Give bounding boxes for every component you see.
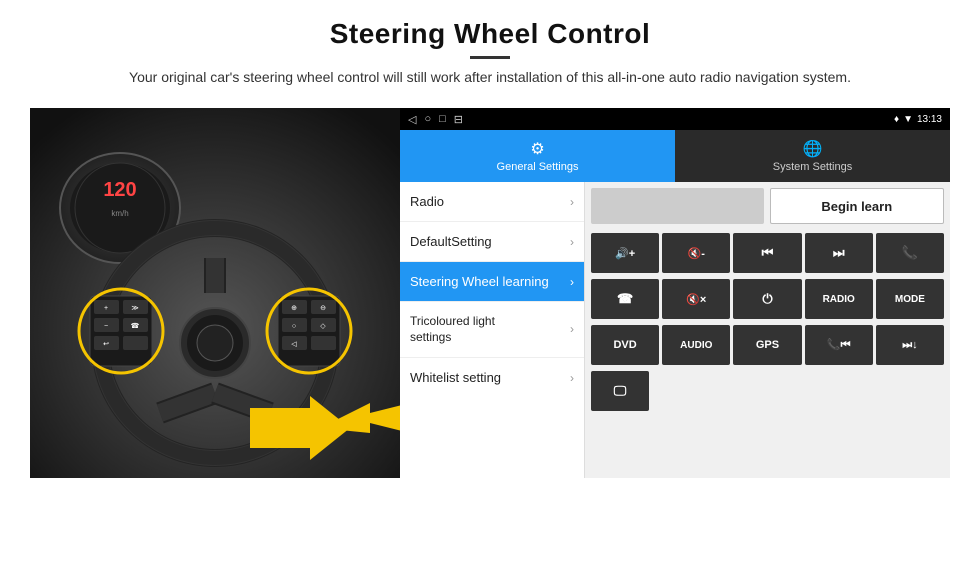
mute-button[interactable]: 🔇× bbox=[662, 279, 730, 319]
prev-track-button[interactable]: ⏮ bbox=[733, 233, 801, 273]
back-nav-icon[interactable]: ◁ bbox=[408, 113, 416, 126]
chevron-icon: › bbox=[570, 235, 574, 249]
svg-text:⊕: ⊕ bbox=[291, 305, 297, 312]
menu-tricoloured-label: Tricoloured lightsettings bbox=[410, 314, 495, 345]
subtitle: Your original car's steering wheel contr… bbox=[129, 67, 851, 88]
general-settings-icon: ⚙ bbox=[530, 139, 544, 159]
dvd-button[interactable]: DVD bbox=[591, 325, 659, 365]
audio-button[interactable]: AUDIO bbox=[662, 325, 730, 365]
menu-item-tricoloured[interactable]: Tricoloured lightsettings › bbox=[400, 302, 584, 358]
location-icon: ♦ bbox=[894, 114, 899, 125]
page-container: Steering Wheel Control Your original car… bbox=[0, 0, 980, 564]
begin-learn-button[interactable]: Begin learn bbox=[770, 188, 945, 224]
svg-text:km/h: km/h bbox=[111, 209, 128, 218]
button-grid-row3: DVD AUDIO GPS 📞⏮ ⏭↓ bbox=[585, 322, 950, 368]
menu-whitelist-label: Whitelist setting bbox=[410, 370, 501, 385]
svg-text:≫: ≫ bbox=[131, 305, 138, 312]
tab-general-label: General Settings bbox=[497, 161, 579, 173]
svg-text:◇: ◇ bbox=[320, 323, 326, 330]
tab-bar: ⚙ General Settings 🌐 System Settings bbox=[400, 130, 950, 182]
screen-button[interactable]: 🖵 bbox=[591, 371, 649, 411]
system-settings-icon: 🌐 bbox=[803, 139, 823, 159]
title-section: Steering Wheel Control Your original car… bbox=[129, 18, 851, 100]
screen-content: Radio › DefaultSetting › Steering Wheel … bbox=[400, 182, 950, 478]
page-title: Steering Wheel Control bbox=[129, 18, 851, 50]
chevron-icon: › bbox=[570, 275, 574, 289]
power-button[interactable]: ⏻ bbox=[733, 279, 801, 319]
radio-button[interactable]: RADIO bbox=[805, 279, 873, 319]
menu-steering-label: Steering Wheel learning bbox=[410, 274, 549, 289]
title-divider bbox=[470, 56, 510, 59]
button-grid-row2: ☎ 🔇× ⏻ RADIO MODE bbox=[585, 276, 950, 322]
status-bar-nav: ◁ ○ □ ⊟ bbox=[408, 113, 463, 126]
phone-button[interactable]: 📞 bbox=[876, 233, 944, 273]
svg-text:+: + bbox=[104, 305, 108, 312]
car-image-panel: 120 km/h bbox=[30, 108, 400, 478]
vol-down-button[interactable]: 🔇- bbox=[662, 233, 730, 273]
menu-default-label: DefaultSetting bbox=[410, 234, 492, 249]
svg-text:○: ○ bbox=[292, 323, 296, 330]
tab-system-label: System Settings bbox=[773, 161, 852, 173]
recents-nav-icon[interactable]: □ bbox=[439, 113, 446, 125]
svg-text:120: 120 bbox=[103, 179, 136, 201]
svg-text:↩: ↩ bbox=[103, 341, 109, 348]
svg-text:−: − bbox=[104, 323, 108, 330]
vol-up-button[interactable]: 🔊+ bbox=[591, 233, 659, 273]
chevron-icon: › bbox=[570, 371, 574, 385]
button-grid-row1: 🔊+ 🔇- ⏮ ⏭ 📞 bbox=[585, 230, 950, 276]
status-bar: ◁ ○ □ ⊟ ♦ ▼ 13:13 bbox=[400, 108, 950, 130]
phone-prev-button[interactable]: 📞⏮ bbox=[805, 325, 873, 365]
menu-item-whitelist[interactable]: Whitelist setting › bbox=[400, 358, 584, 397]
menu-item-radio[interactable]: Radio › bbox=[400, 182, 584, 222]
gps-button[interactable]: GPS bbox=[733, 325, 801, 365]
menu-item-default[interactable]: DefaultSetting › bbox=[400, 222, 584, 262]
menu-list: Radio › DefaultSetting › Steering Wheel … bbox=[400, 182, 585, 478]
next-down-button[interactable]: ⏭↓ bbox=[876, 325, 944, 365]
last-btn-row: 🖵 bbox=[585, 368, 950, 414]
signal-icon: ▼ bbox=[903, 114, 913, 125]
next-track-button[interactable]: ⏭ bbox=[805, 233, 873, 273]
tab-system[interactable]: 🌐 System Settings bbox=[675, 130, 950, 182]
top-row: Begin learn bbox=[585, 182, 950, 230]
time-display: 13:13 bbox=[917, 114, 942, 125]
android-screen: ◁ ○ □ ⊟ ♦ ▼ 13:13 ⚙ General Settings bbox=[400, 108, 950, 478]
chevron-icon: › bbox=[570, 195, 574, 209]
control-panel: Begin learn 🔊+ 🔇- ⏮ ⏭ 📞 ☎ 🔇× ⏻ bbox=[585, 182, 950, 478]
content-area: 120 km/h bbox=[30, 108, 950, 478]
call-button[interactable]: ☎ bbox=[591, 279, 659, 319]
home-nav-icon[interactable]: ○ bbox=[424, 113, 431, 125]
menu-item-steering[interactable]: Steering Wheel learning › bbox=[400, 262, 584, 302]
status-bar-info: ♦ ▼ 13:13 bbox=[894, 114, 942, 125]
menu-nav-icon[interactable]: ⊟ bbox=[454, 113, 463, 126]
svg-text:⊖: ⊖ bbox=[320, 305, 326, 312]
svg-text:◁: ◁ bbox=[291, 341, 297, 348]
svg-text:☎: ☎ bbox=[131, 322, 140, 330]
chevron-icon: › bbox=[570, 322, 574, 338]
tab-general[interactable]: ⚙ General Settings bbox=[400, 130, 675, 182]
menu-radio-label: Radio bbox=[410, 194, 444, 209]
empty-display-box bbox=[591, 188, 764, 224]
mode-button[interactable]: MODE bbox=[876, 279, 944, 319]
